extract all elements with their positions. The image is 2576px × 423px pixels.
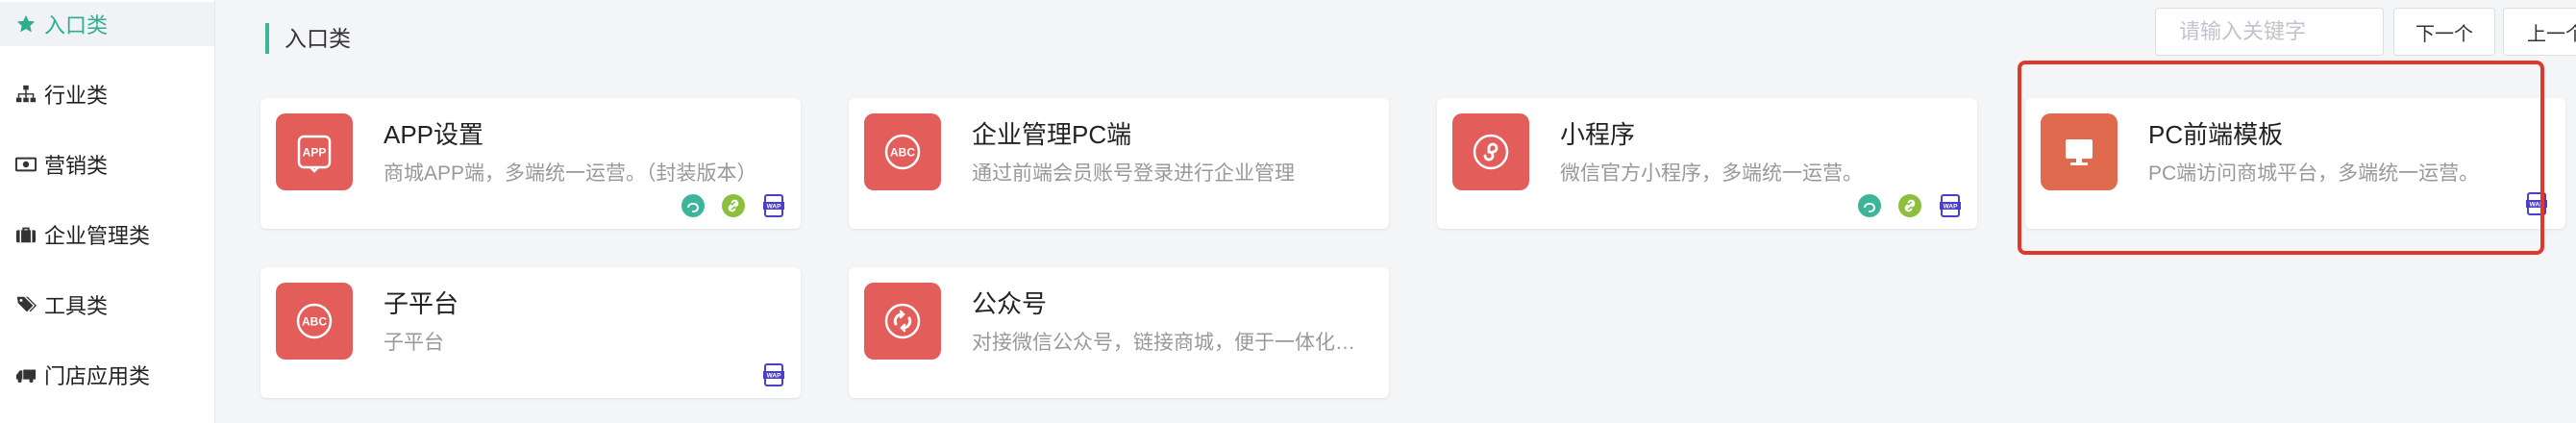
card-official-account[interactable]: 公众号 对接微信公众号，链接商城，便于一体化管理	[849, 267, 1389, 398]
wap-icon: WAP	[2525, 192, 2548, 215]
card-description: 商城APP端，多端统一运营。（封装版本）	[384, 162, 757, 185]
tags-icon	[15, 294, 37, 315]
sidebar-item-marketing[interactable]: 营销类	[0, 142, 214, 187]
sidebar-item-tools[interactable]: 工具类	[0, 283, 214, 327]
link-icon	[722, 194, 745, 217]
page-title: 入口类	[265, 23, 351, 54]
card-description: 对接微信公众号，链接商城，便于一体化管理	[972, 332, 1371, 354]
briefcase-icon	[15, 224, 37, 245]
mini-program-icon	[1452, 113, 1529, 190]
wap-icon: WAP	[762, 194, 785, 217]
sitemap-icon	[15, 84, 37, 105]
card-enterprise-pc[interactable]: ABC 企业管理PC端 通过前端会员账号登录进行企业管理	[849, 98, 1389, 229]
prev-button[interactable]: 上一个	[2503, 8, 2576, 56]
sidebar-item-label: 营销类	[44, 154, 109, 178]
svg-text:WAP: WAP	[767, 204, 781, 211]
card-title: PC前端模板	[2148, 120, 2284, 149]
sidebar: 入口类 行业类 营销类 企业管理类 工具类 门店应用类	[0, 0, 215, 423]
next-button[interactable]: 下一个	[2393, 8, 2495, 56]
card-title: 企业管理PC端	[972, 120, 1132, 149]
sidebar-item-label: 入口类	[44, 13, 109, 37]
sidebar-item-label: 工具类	[44, 294, 109, 318]
sidebar-item-label: 行业类	[44, 84, 109, 108]
card-pc-template[interactable]: PC前端模板 PC端访问商城平台，多端统一运营。 WAP	[2025, 98, 2565, 229]
sidebar-item-industry[interactable]: 行业类	[0, 72, 214, 116]
sidebar-item-label: 企业管理类	[44, 224, 151, 248]
wap-icon: WAP	[762, 363, 785, 386]
app-icon: APP	[276, 113, 353, 190]
card-title: 小程序	[1560, 120, 1636, 149]
link-icon	[1898, 194, 1921, 217]
money-icon	[15, 154, 37, 175]
sidebar-item-store[interactable]: 门店应用类	[0, 353, 214, 397]
svg-text:ABC: ABC	[302, 315, 327, 329]
sidebar-item-entry[interactable]: 入口类	[0, 2, 214, 46]
card-description: 子平台	[384, 332, 444, 354]
svg-text:ABC: ABC	[890, 146, 915, 160]
truck-icon	[15, 364, 37, 386]
svg-text:APP: APP	[303, 146, 327, 160]
search-input[interactable]	[2155, 8, 2384, 56]
svg-text:WAP: WAP	[2530, 202, 2544, 209]
card-title: 公众号	[972, 289, 1048, 318]
sidebar-item-enterprise[interactable]: 企业管理类	[0, 212, 214, 257]
svg-text:WAP: WAP	[767, 373, 781, 380]
card-description: 通过前端会员账号登录进行企业管理	[972, 162, 1295, 185]
card-title: APP设置	[384, 120, 484, 149]
abc-icon: ABC	[864, 113, 941, 190]
mini-program-icon	[1858, 194, 1881, 217]
mini-program-icon	[681, 194, 705, 217]
wechat-official-icon	[864, 283, 941, 360]
wap-icon: WAP	[1939, 194, 1962, 217]
sidebar-item-label: 门店应用类	[44, 364, 151, 388]
monitor-icon	[2041, 113, 2118, 190]
card-description: PC端访问商城平台，多端统一运营。	[2148, 162, 2480, 185]
card-mini-program[interactable]: 小程序 微信官方小程序，多端统一运营。 WAP	[1437, 98, 1977, 229]
svg-text:WAP: WAP	[1944, 204, 1958, 211]
card-title: 子平台	[384, 289, 459, 318]
card-sub-platform[interactable]: ABC 子平台 子平台 WAP	[260, 267, 801, 398]
abc-icon: ABC	[276, 283, 353, 360]
star-icon	[15, 13, 37, 35]
card-app-settings[interactable]: APP APP设置 商城APP端，多端统一运营。（封装版本） WAP	[260, 98, 801, 229]
card-description: 微信官方小程序，多端统一运营。	[1560, 162, 1863, 185]
